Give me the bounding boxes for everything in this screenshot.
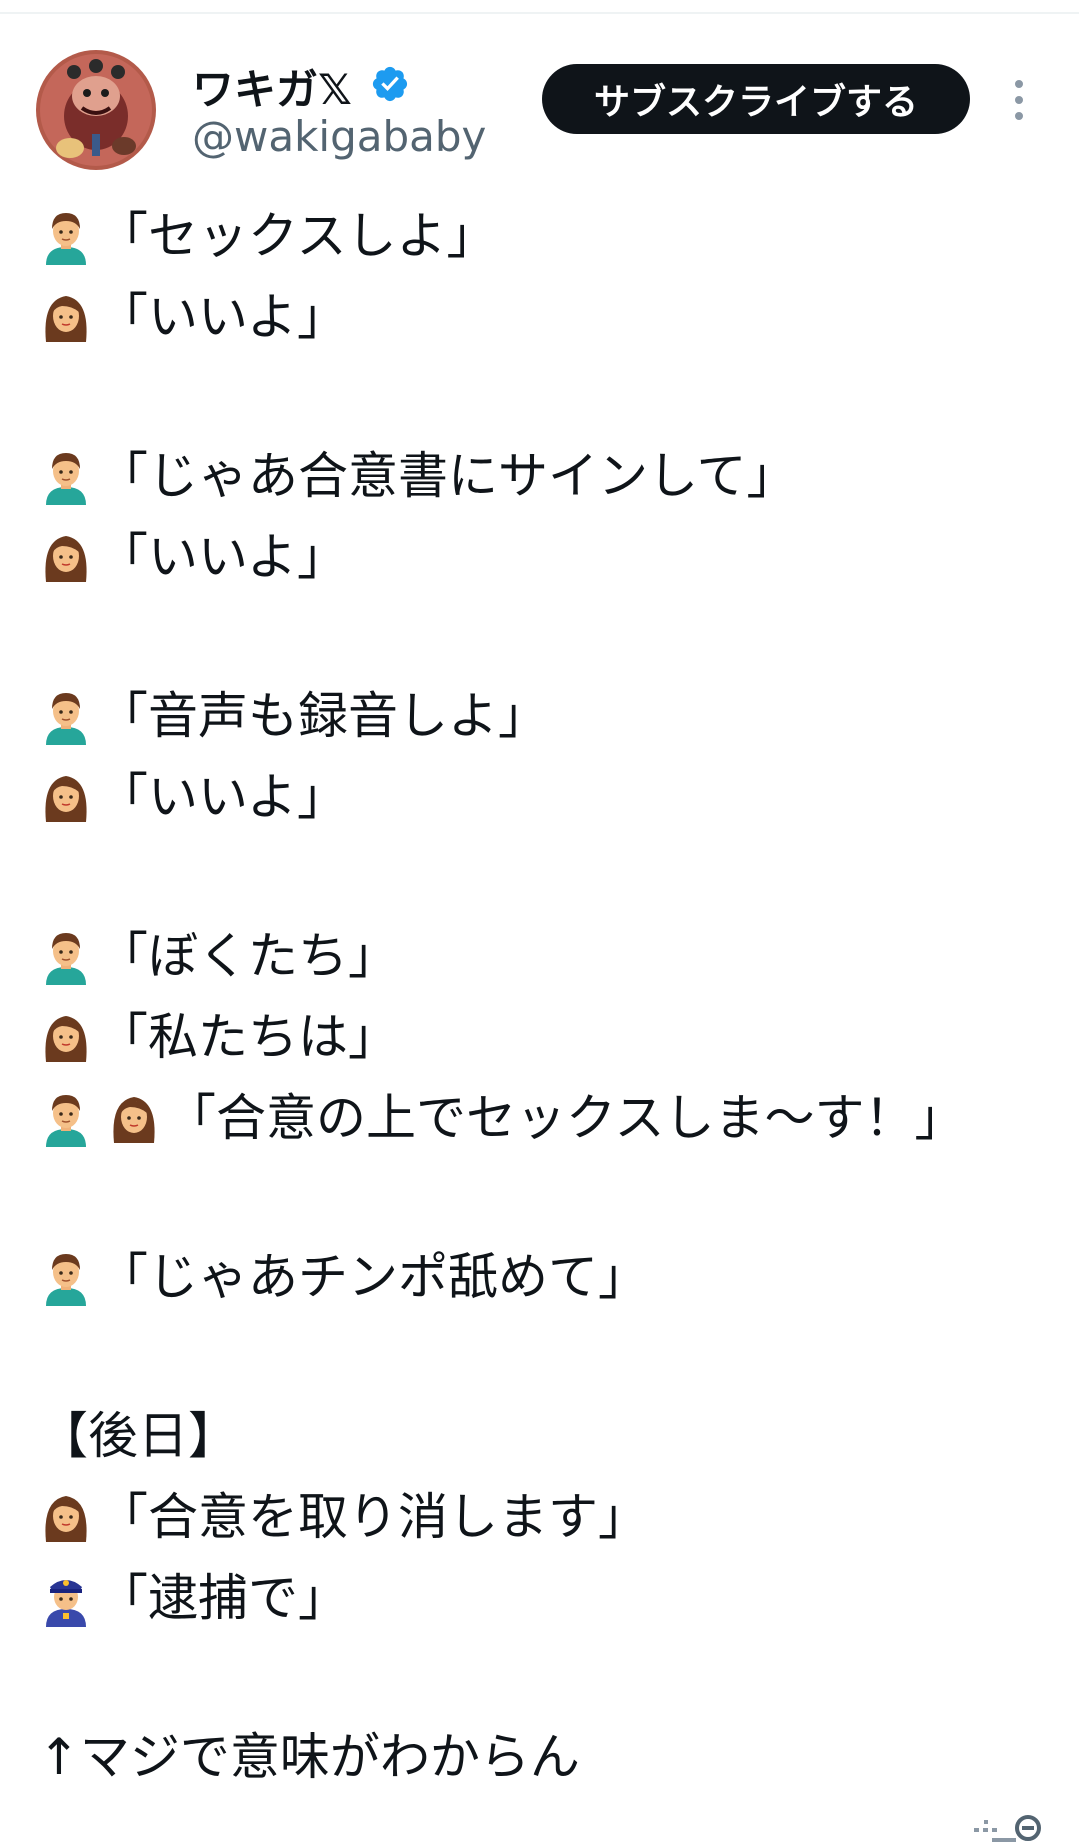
tweet-line: 「私たちは」: [38, 997, 1068, 1078]
line-text: 「逮捕で」: [98, 1569, 348, 1627]
police-officer-emoji-icon: [38, 1571, 94, 1627]
line-text: 「いいよ」: [98, 768, 347, 826]
tweet-line: 「じゃあチンポ舐めて」: [38, 1237, 1068, 1318]
woman-emoji-icon: [38, 1490, 94, 1546]
tweet-line: [38, 1318, 1068, 1396]
woman-emoji-icon: [38, 290, 94, 346]
line-text: 「じゃあチンポ舐めて」: [98, 1248, 648, 1306]
woman-emoji-icon: [38, 1010, 94, 1066]
tweet-line: ↑マジで意味がわからん: [38, 1717, 1068, 1798]
tweet-line: 「いいよ」: [38, 757, 1068, 838]
line-text: 「合意を取り消します」: [98, 1488, 648, 1546]
more-options-icon[interactable]: [1008, 76, 1030, 124]
avatar[interactable]: [36, 50, 156, 170]
text-size-icon[interactable]: [972, 1808, 1042, 1846]
man-emoji-icon: [38, 209, 94, 265]
line-text: 「私たちは」: [98, 1008, 398, 1066]
tweet-line: 「音声も録音しよ」: [38, 676, 1068, 757]
tweet-line: [38, 1639, 1068, 1717]
tweet-line: 「合意を取り消します」: [38, 1477, 1068, 1558]
tweet-line: 「いいよ」: [38, 517, 1068, 598]
line-text: 「いいよ」: [98, 528, 347, 586]
tweet-line: [38, 598, 1068, 676]
man-emoji-icon: [38, 929, 94, 985]
tweet-body: 「セックスしよ」 「いいよ」 「じゃあ合意書にサインして」 「いいよ」 「音声も録音しよ…: [38, 196, 1068, 1798]
line-text: ↑マジで意味がわからん: [38, 1728, 580, 1786]
display-name[interactable]: ワキガ𝕏: [192, 56, 352, 117]
tweet-header: ワキガ𝕏 @wakigababy サブスクライブする: [0, 0, 1079, 170]
woman-emoji-icon: [38, 530, 94, 586]
woman-emoji-icon: [38, 770, 94, 826]
tweet-line: 「セックスしよ」: [38, 196, 1068, 277]
line-text: 「セックスしよ」: [98, 207, 497, 265]
woman-emoji-icon: [106, 1091, 162, 1147]
line-text: 「ぼくたち」: [98, 927, 398, 985]
man-emoji-icon: [38, 1091, 94, 1147]
man-emoji-icon: [38, 689, 94, 745]
tweet-line: [38, 838, 1068, 916]
line-text: 「合意の上でセックスしま〜す！」: [166, 1089, 965, 1147]
tweet-line: 「逮捕で」: [38, 1558, 1068, 1639]
tweet-line: 「いいよ」: [38, 277, 1068, 358]
line-text: 「いいよ」: [98, 288, 347, 346]
tweet-line: 「ぼくたち」: [38, 916, 1068, 997]
user-handle[interactable]: @wakigababy: [192, 112, 486, 161]
tweet-line: 「じゃあ合意書にサインして」: [38, 436, 1068, 517]
tweet-line: [38, 358, 1068, 436]
line-text: 「じゃあ合意書にサインして」: [98, 447, 797, 505]
tweet-line: 「合意の上でセックスしま〜す！」: [38, 1078, 1068, 1159]
line-text: 【後日】: [38, 1407, 238, 1465]
man-emoji-icon: [38, 449, 94, 505]
verified-badge-icon: [372, 66, 408, 102]
line-text: 「音声も録音しよ」: [98, 687, 548, 745]
tweet-line: [38, 1159, 1068, 1237]
subscribe-button[interactable]: サブスクライブする: [542, 64, 970, 134]
man-emoji-icon: [38, 1250, 94, 1306]
tweet-line: 【後日】: [38, 1396, 1068, 1477]
